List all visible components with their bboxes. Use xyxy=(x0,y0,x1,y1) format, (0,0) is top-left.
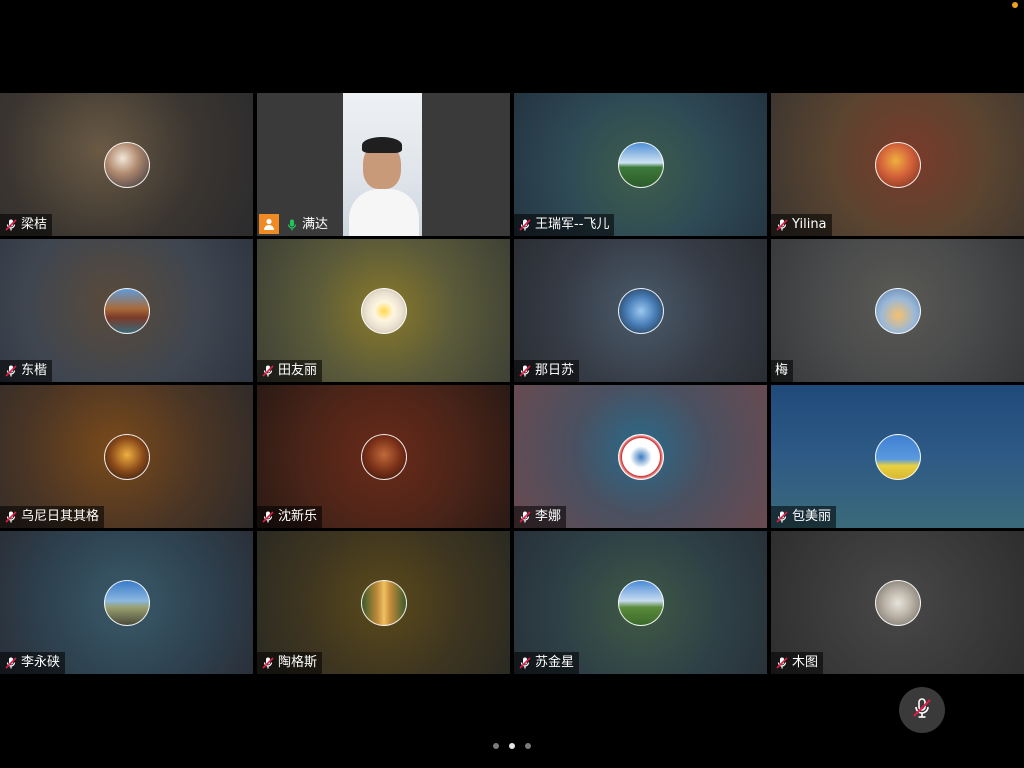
mic-muted-icon xyxy=(4,218,18,232)
mic-muted-icon xyxy=(261,510,275,524)
avatar xyxy=(103,433,150,480)
participant-name: 苏金星 xyxy=(535,655,575,670)
avatar xyxy=(617,287,664,334)
participant-name: 李永硖 xyxy=(21,655,61,670)
avatar xyxy=(617,433,664,480)
page-indicator[interactable] xyxy=(0,743,1024,749)
status-indicator-dot xyxy=(1012,2,1018,8)
participant-tile[interactable]: 苏金星 xyxy=(514,531,767,674)
participant-name-label: Yilina xyxy=(771,214,832,236)
participant-tile[interactable]: 东楷 xyxy=(0,239,253,382)
mic-muted-icon xyxy=(775,510,789,524)
avatar xyxy=(103,579,150,626)
participant-tile[interactable]: 沈新乐 xyxy=(257,385,510,528)
participant-name-label: 包美丽 xyxy=(771,506,837,528)
avatar xyxy=(360,433,407,480)
mute-toggle-button[interactable] xyxy=(899,687,945,733)
participant-name: 乌尼日其其格 xyxy=(21,509,100,524)
mic-muted-icon xyxy=(518,364,532,378)
participant-name-label: 苏金星 xyxy=(514,652,580,674)
mic-muted-icon xyxy=(4,364,18,378)
avatar xyxy=(874,579,921,626)
participant-name-label: 木图 xyxy=(771,652,824,674)
participant-name: 陶格斯 xyxy=(278,655,318,670)
participant-name: 木图 xyxy=(792,655,819,670)
page-dot-current[interactable] xyxy=(509,743,515,749)
mic-muted-icon xyxy=(261,656,275,670)
mic-muted-icon xyxy=(518,218,532,232)
mic-muted-icon xyxy=(4,510,18,524)
participant-name-label: 那日苏 xyxy=(514,360,580,382)
participant-name: 那日苏 xyxy=(535,363,575,378)
avatar xyxy=(874,433,921,480)
participant-name: 梁桔 xyxy=(21,217,48,232)
avatar xyxy=(103,141,150,188)
avatar xyxy=(103,287,150,334)
participant-tile-active-speaker[interactable]: 满达 xyxy=(257,93,510,236)
participant-tile[interactable]: 那日苏 xyxy=(514,239,767,382)
participant-name-label: 王瑞军--飞儿 xyxy=(514,214,615,236)
avatar xyxy=(874,141,921,188)
participant-name-label: 李娜 xyxy=(514,506,567,528)
participant-tile[interactable]: 田友丽 xyxy=(257,239,510,382)
mic-muted-icon xyxy=(518,510,532,524)
avatar xyxy=(874,287,921,334)
participant-name-label: 陶格斯 xyxy=(257,652,323,674)
participant-tile[interactable]: 乌尼日其其格 xyxy=(0,385,253,528)
participant-name: 李娜 xyxy=(535,509,562,524)
participant-name-label: 乌尼日其其格 xyxy=(0,506,105,528)
mic-muted-icon xyxy=(775,656,789,670)
participant-name: 田友丽 xyxy=(278,363,318,378)
participant-tile[interactable]: 梁桔 xyxy=(0,93,253,236)
participant-name-label: 李永硖 xyxy=(0,652,66,674)
participant-tile[interactable]: 包美丽 xyxy=(771,385,1024,528)
participant-name-label: 沈新乐 xyxy=(257,506,323,528)
participant-name: 沈新乐 xyxy=(278,509,318,524)
avatar xyxy=(617,141,664,188)
participant-tile[interactable]: 木图 xyxy=(771,531,1024,674)
mic-muted-icon xyxy=(4,656,18,670)
mic-muted-icon xyxy=(775,218,789,232)
participant-grid: 梁桔 满达 王瑞军--飞儿 Yilina 东楷 田友丽 那日苏 梅 乌尼日其其格… xyxy=(0,93,1024,676)
avatar xyxy=(360,579,407,626)
participant-name-label: 梅 xyxy=(771,360,794,382)
participant-tile[interactable]: 陶格斯 xyxy=(257,531,510,674)
participant-name-label: 东楷 xyxy=(0,360,53,382)
participant-tile[interactable]: Yilina xyxy=(771,93,1024,236)
participant-name: 梅 xyxy=(775,363,789,378)
participant-name: 王瑞军--飞儿 xyxy=(535,217,610,232)
participant-name-label: 田友丽 xyxy=(257,360,323,382)
mic-active-icon xyxy=(285,218,299,232)
mic-muted-icon xyxy=(261,364,275,378)
avatar xyxy=(617,579,664,626)
participant-name-label: 满达 xyxy=(281,214,333,236)
participant-tile[interactable]: 梅 xyxy=(771,239,1024,382)
participant-name: 满达 xyxy=(302,217,329,232)
page-dot[interactable] xyxy=(493,743,499,749)
page-dot[interactable] xyxy=(525,743,531,749)
mic-muted-icon xyxy=(518,656,532,670)
avatar xyxy=(360,287,407,334)
participant-tile[interactable]: 李娜 xyxy=(514,385,767,528)
participant-video xyxy=(343,93,422,236)
host-badge xyxy=(259,214,279,234)
participant-name: 东楷 xyxy=(21,363,48,378)
mic-muted-icon xyxy=(910,696,934,724)
participant-name: 包美丽 xyxy=(792,509,832,524)
participant-tile[interactable]: 李永硖 xyxy=(0,531,253,674)
participant-name-label: 梁桔 xyxy=(0,214,53,236)
participant-name: Yilina xyxy=(792,217,827,232)
participant-tile[interactable]: 王瑞军--飞儿 xyxy=(514,93,767,236)
